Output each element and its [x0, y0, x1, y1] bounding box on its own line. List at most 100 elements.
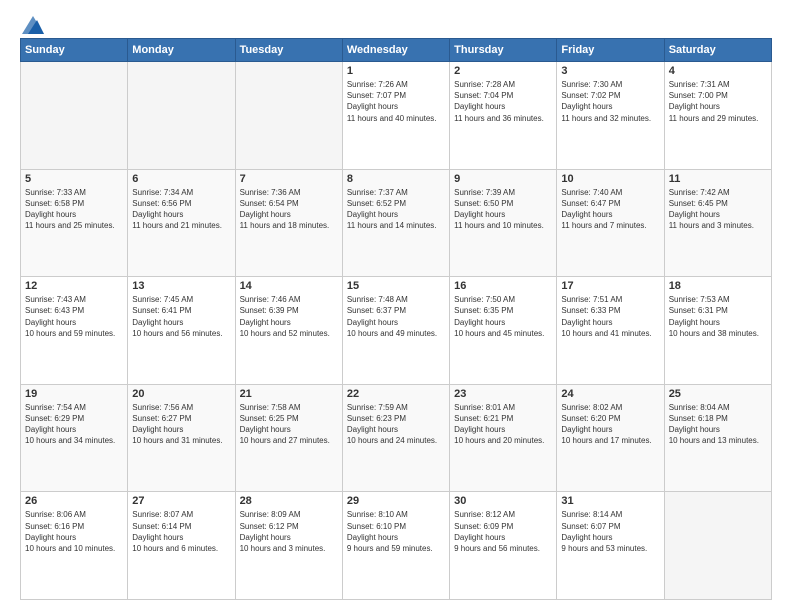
day-cell: 17 Sunrise: 7:51 AM Sunset: 6:33 PM Dayl… [557, 277, 664, 385]
sunset-label: Sunset: 6:50 PM [454, 199, 513, 208]
sunset-label: Sunset: 6:33 PM [561, 306, 620, 315]
daylight-value: 10 hours and 38 minutes. [669, 329, 759, 338]
day-info: Sunrise: 7:42 AM Sunset: 6:45 PM Dayligh… [669, 187, 767, 232]
daylight-value: 10 hours and 10 minutes. [25, 544, 115, 553]
day-info: Sunrise: 7:39 AM Sunset: 6:50 PM Dayligh… [454, 187, 552, 232]
sunset-label: Sunset: 6:27 PM [132, 414, 191, 423]
sunrise-label: Sunrise: 8:04 AM [669, 403, 730, 412]
day-number: 4 [669, 65, 767, 77]
daylight-value: 11 hours and 10 minutes. [454, 221, 544, 230]
day-cell: 19 Sunrise: 7:54 AM Sunset: 6:29 PM Dayl… [21, 384, 128, 492]
daylight-value: 11 hours and 3 minutes. [669, 221, 754, 230]
sunset-label: Sunset: 6:07 PM [561, 522, 620, 531]
sunrise-label: Sunrise: 7:54 AM [25, 403, 86, 412]
sunset-label: Sunset: 6:09 PM [454, 522, 513, 531]
day-info: Sunrise: 8:14 AM Sunset: 6:07 PM Dayligh… [561, 509, 659, 554]
sunrise-label: Sunrise: 7:46 AM [240, 295, 301, 304]
sunset-label: Sunset: 6:54 PM [240, 199, 299, 208]
daylight-value: 9 hours and 59 minutes. [347, 544, 433, 553]
day-cell [235, 62, 342, 170]
page: SundayMondayTuesdayWednesdayThursdayFrid… [0, 0, 792, 612]
daylight-value: 10 hours and 56 minutes. [132, 329, 222, 338]
sunrise-label: Sunrise: 7:59 AM [347, 403, 408, 412]
sunrise-label: Sunrise: 7:30 AM [561, 80, 622, 89]
day-number: 1 [347, 65, 445, 77]
daylight-label: Daylight hours [25, 533, 76, 542]
week-row-1: 1 Sunrise: 7:26 AM Sunset: 7:07 PM Dayli… [21, 62, 772, 170]
day-number: 5 [25, 173, 123, 185]
day-info: Sunrise: 7:53 AM Sunset: 6:31 PM Dayligh… [669, 294, 767, 339]
daylight-value: 10 hours and 31 minutes. [132, 436, 222, 445]
day-info: Sunrise: 7:58 AM Sunset: 6:25 PM Dayligh… [240, 402, 338, 447]
daylight-label: Daylight hours [561, 102, 612, 111]
daylight-label: Daylight hours [561, 533, 612, 542]
day-number: 19 [25, 388, 123, 400]
day-number: 25 [669, 388, 767, 400]
day-cell [128, 62, 235, 170]
sunset-label: Sunset: 6:52 PM [347, 199, 406, 208]
day-cell: 29 Sunrise: 8:10 AM Sunset: 6:10 PM Dayl… [342, 492, 449, 600]
day-cell: 6 Sunrise: 7:34 AM Sunset: 6:56 PM Dayli… [128, 169, 235, 277]
sunset-label: Sunset: 6:58 PM [25, 199, 84, 208]
sunrise-label: Sunrise: 7:36 AM [240, 188, 301, 197]
daylight-value: 11 hours and 7 minutes. [561, 221, 646, 230]
sunset-label: Sunset: 6:25 PM [240, 414, 299, 423]
daylight-value: 11 hours and 21 minutes. [132, 221, 222, 230]
day-info: Sunrise: 8:09 AM Sunset: 6:12 PM Dayligh… [240, 509, 338, 554]
day-cell [21, 62, 128, 170]
day-info: Sunrise: 8:10 AM Sunset: 6:10 PM Dayligh… [347, 509, 445, 554]
day-info: Sunrise: 7:40 AM Sunset: 6:47 PM Dayligh… [561, 187, 659, 232]
sunset-label: Sunset: 6:23 PM [347, 414, 406, 423]
day-number: 27 [132, 495, 230, 507]
daylight-value: 9 hours and 56 minutes. [454, 544, 540, 553]
daylight-value: 10 hours and 3 minutes. [240, 544, 326, 553]
sunrise-label: Sunrise: 7:53 AM [669, 295, 730, 304]
sunset-label: Sunset: 6:43 PM [25, 306, 84, 315]
sunrise-label: Sunrise: 8:02 AM [561, 403, 622, 412]
daylight-value: 10 hours and 20 minutes. [454, 436, 544, 445]
day-info: Sunrise: 7:59 AM Sunset: 6:23 PM Dayligh… [347, 402, 445, 447]
sunset-label: Sunset: 6:47 PM [561, 199, 620, 208]
daylight-label: Daylight hours [454, 533, 505, 542]
weekday-header-friday: Friday [557, 39, 664, 62]
sunrise-label: Sunrise: 7:26 AM [347, 80, 408, 89]
day-number: 12 [25, 280, 123, 292]
sunrise-label: Sunrise: 7:33 AM [25, 188, 86, 197]
day-info: Sunrise: 7:51 AM Sunset: 6:33 PM Dayligh… [561, 294, 659, 339]
daylight-label: Daylight hours [240, 425, 291, 434]
day-cell: 1 Sunrise: 7:26 AM Sunset: 7:07 PM Dayli… [342, 62, 449, 170]
day-cell: 23 Sunrise: 8:01 AM Sunset: 6:21 PM Dayl… [450, 384, 557, 492]
day-number: 6 [132, 173, 230, 185]
daylight-label: Daylight hours [240, 318, 291, 327]
daylight-value: 9 hours and 53 minutes. [561, 544, 647, 553]
daylight-label: Daylight hours [240, 533, 291, 542]
daylight-value: 11 hours and 36 minutes. [454, 114, 544, 123]
day-number: 21 [240, 388, 338, 400]
daylight-label: Daylight hours [132, 425, 183, 434]
day-number: 30 [454, 495, 552, 507]
daylight-label: Daylight hours [347, 102, 398, 111]
day-number: 26 [25, 495, 123, 507]
weekday-header-monday: Monday [128, 39, 235, 62]
day-number: 10 [561, 173, 659, 185]
day-cell: 10 Sunrise: 7:40 AM Sunset: 6:47 PM Dayl… [557, 169, 664, 277]
day-number: 2 [454, 65, 552, 77]
daylight-value: 10 hours and 17 minutes. [561, 436, 651, 445]
daylight-label: Daylight hours [25, 210, 76, 219]
day-number: 20 [132, 388, 230, 400]
day-number: 24 [561, 388, 659, 400]
daylight-value: 11 hours and 40 minutes. [347, 114, 437, 123]
sunrise-label: Sunrise: 7:48 AM [347, 295, 408, 304]
day-info: Sunrise: 7:50 AM Sunset: 6:35 PM Dayligh… [454, 294, 552, 339]
daylight-value: 10 hours and 52 minutes. [240, 329, 330, 338]
daylight-value: 11 hours and 29 minutes. [669, 114, 759, 123]
sunrise-label: Sunrise: 8:01 AM [454, 403, 515, 412]
day-number: 17 [561, 280, 659, 292]
day-cell: 2 Sunrise: 7:28 AM Sunset: 7:04 PM Dayli… [450, 62, 557, 170]
day-number: 9 [454, 173, 552, 185]
daylight-label: Daylight hours [347, 533, 398, 542]
daylight-value: 11 hours and 25 minutes. [25, 221, 115, 230]
sunrise-label: Sunrise: 7:50 AM [454, 295, 515, 304]
day-number: 8 [347, 173, 445, 185]
weekday-header-thursday: Thursday [450, 39, 557, 62]
